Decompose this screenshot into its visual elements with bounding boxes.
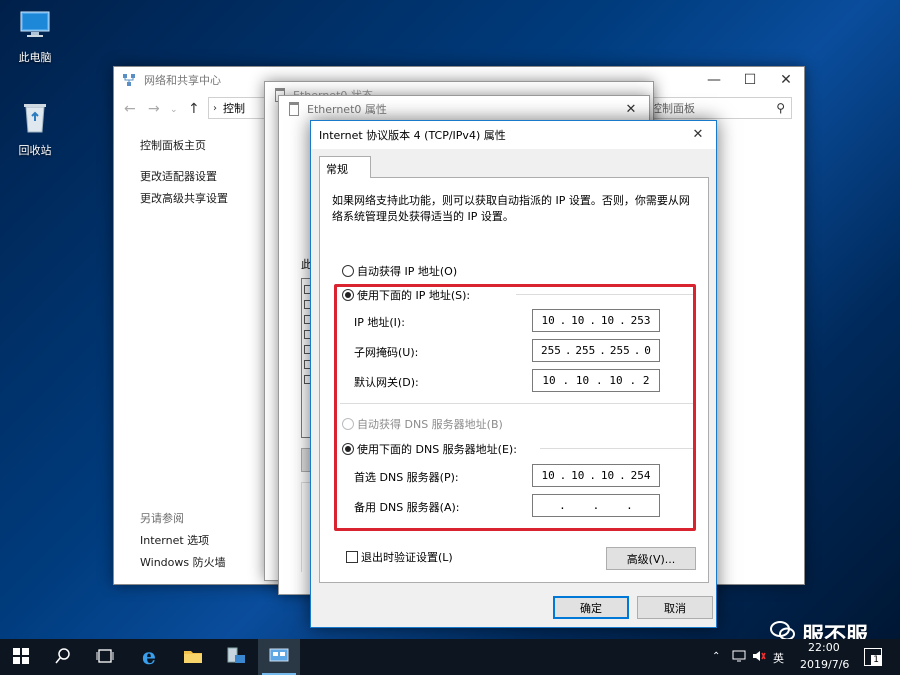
desktop-icon-label: 回收站 <box>18 144 52 157</box>
clock-date[interactable]: 2019/7/6 <box>800 658 849 671</box>
tray-volume-icon[interactable] <box>752 649 766 666</box>
taskbar: e ⌃ 英 22:00 2019/7/6 1 <box>0 639 900 675</box>
action-center-button[interactable]: 1 <box>864 648 882 666</box>
sidebar-link-advanced-sharing[interactable]: 更改高级共享设置 <box>140 190 228 206</box>
up-arrow-icon[interactable]: ↑ <box>188 101 200 117</box>
description-text: 如果网络支持此功能，则可以获取自动指派的 IP 设置。否则，你需要从网络系统管理… <box>332 194 690 223</box>
tray-network-icon[interactable] <box>732 649 746 666</box>
network-icon <box>122 73 136 87</box>
general-panel: 如果网络支持此功能，则可以获取自动指派的 IP 设置。否则，你需要从网络系统管理… <box>319 177 709 583</box>
address-bar[interactable]: › 控制 <box>208 97 268 119</box>
auto-ip-label: 自动获得 IP 地址(O) <box>357 265 458 278</box>
computer-icon <box>2 8 68 45</box>
search-icon <box>55 647 71 667</box>
search-placeholder: 控制面板 <box>651 102 695 115</box>
sidebar-link-home[interactable]: 控制面板主页 <box>140 137 206 153</box>
taskbar-control-panel[interactable] <box>258 639 300 675</box>
network-control-panel-icon <box>269 648 289 667</box>
ipv4-properties-dialog: Internet 协议版本 4 (TCP/IPv4) 属性 ✕ 常规 如果网络支… <box>310 120 717 628</box>
taskbar-server-manager[interactable] <box>215 639 257 675</box>
close-button[interactable]: ✕ <box>613 96 649 122</box>
sidebar-link-adapter-settings[interactable]: 更改适配器设置 <box>140 168 217 184</box>
advanced-button[interactable]: 高级(V)... <box>606 547 696 570</box>
internet-explorer-icon: e <box>142 644 156 670</box>
desktop-icon-this-pc[interactable]: 此电脑 <box>2 8 68 65</box>
ethernet-icon <box>289 102 299 116</box>
red-highlight-box <box>334 284 696 531</box>
cancel-button-label: 取消 <box>664 601 686 615</box>
minimize-button[interactable]: — <box>696 67 732 93</box>
task-view-icon <box>96 648 114 666</box>
notification-count: 1 <box>871 655 881 665</box>
sidebar-link-internet-options[interactable]: Internet 选项 <box>140 532 209 548</box>
maximize-button[interactable]: ☐ <box>732 67 768 93</box>
start-button[interactable] <box>0 639 42 675</box>
taskbar-ie[interactable]: e <box>128 639 170 675</box>
server-manager-icon <box>226 647 246 668</box>
ok-button-label: 确定 <box>580 601 602 615</box>
search-box[interactable]: 控制面板 ⚲ <box>644 97 792 119</box>
validate-on-exit-label: 退出时验证设置(L) <box>361 551 453 564</box>
folder-icon <box>183 648 203 667</box>
desktop-icon-label: 此电脑 <box>18 51 52 64</box>
recycle-bin-icon <box>2 99 68 138</box>
forward-arrow-icon[interactable]: → <box>148 101 160 117</box>
search-icon: ⚲ <box>776 101 785 115</box>
close-button[interactable]: ✕ <box>768 67 804 93</box>
auto-ip-radio[interactable]: 自动获得 IP 地址(O) <box>342 263 457 279</box>
ime-indicator[interactable]: 英 <box>773 650 784 666</box>
validate-on-exit-checkbox[interactable]: 退出时验证设置(L) <box>346 549 453 565</box>
checkbox-box <box>346 551 358 563</box>
task-view-button[interactable] <box>84 639 126 675</box>
search-button[interactable] <box>42 639 84 675</box>
windows-logo-icon <box>13 647 29 667</box>
window-title: Internet 协议版本 4 (TCP/IPv4) 属性 <box>319 129 506 142</box>
tab-general[interactable]: 常规 <box>319 156 371 178</box>
desktop-icon-recycle-bin[interactable]: 回收站 <box>2 99 68 158</box>
breadcrumb: 控制 <box>223 102 245 115</box>
tray-overflow-chevron-icon[interactable]: ⌃ <box>712 651 720 662</box>
see-also-heading: 另请参阅 <box>140 512 184 525</box>
radio-dot <box>342 265 354 277</box>
ok-button[interactable]: 确定 <box>553 596 629 619</box>
breadcrumb-chevron-icon: › <box>213 102 217 114</box>
recent-chevron-icon[interactable]: ⌄ <box>170 105 178 115</box>
back-arrow-icon[interactable]: ← <box>124 101 136 117</box>
close-button[interactable]: ✕ <box>680 121 716 147</box>
title-bar: Ethernet0 属性 ✕ <box>279 96 649 122</box>
window-title: 网络和共享中心 <box>144 74 221 87</box>
advanced-button-label: 高级(V)... <box>626 552 676 566</box>
tab-general-label: 常规 <box>326 163 348 176</box>
window-title: Ethernet0 属性 <box>307 103 387 116</box>
cancel-button[interactable]: 取消 <box>637 596 713 619</box>
title-bar: Internet 协议版本 4 (TCP/IPv4) 属性 ✕ <box>311 121 716 149</box>
taskbar-file-explorer[interactable] <box>172 639 214 675</box>
sidebar-link-firewall[interactable]: Windows 防火墙 <box>140 554 226 570</box>
clock-time[interactable]: 22:00 <box>808 641 840 654</box>
